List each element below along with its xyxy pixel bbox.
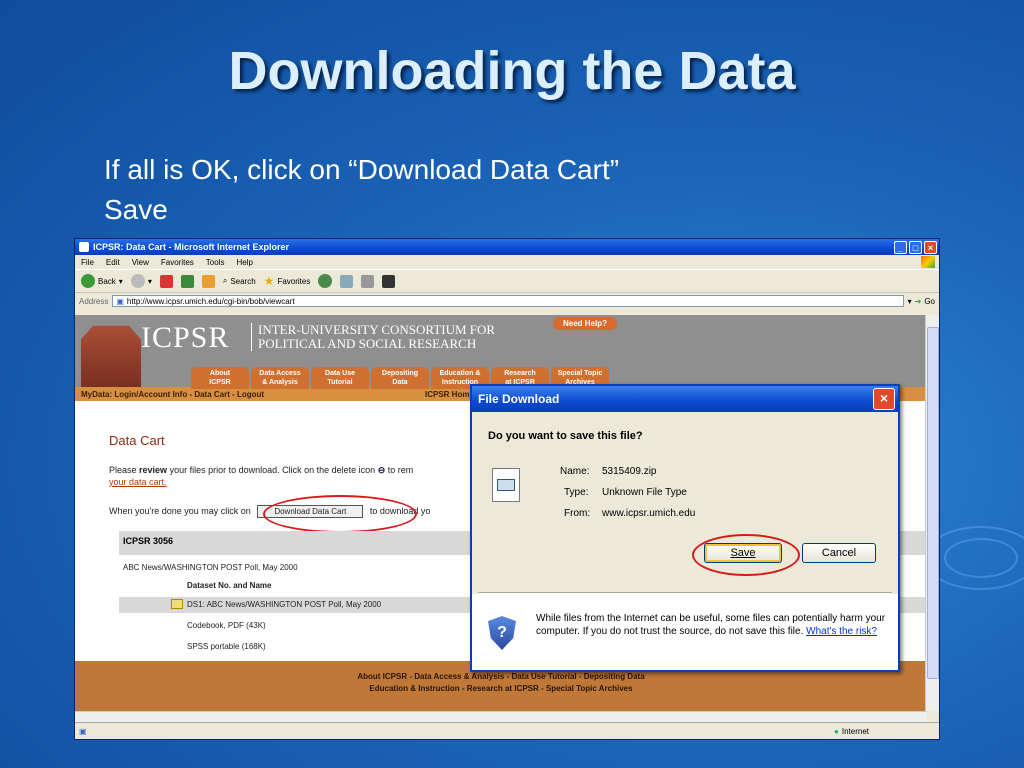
- favorites-button[interactable]: ★ Favorites: [264, 274, 311, 288]
- search-button[interactable]: ⌕ Search: [223, 276, 256, 286]
- file-icon: [492, 468, 520, 502]
- star-icon: ★: [263, 274, 275, 288]
- slide-title: Downloading the Data: [228, 41, 796, 101]
- refresh-icon[interactable]: [180, 274, 194, 288]
- shield-question-icon: ?: [488, 616, 516, 650]
- dialog-titlebar: File Download ×: [472, 386, 898, 412]
- folder-icon[interactable]: [171, 599, 183, 609]
- back-arrow-icon: [81, 274, 95, 288]
- menu-tools[interactable]: Tools: [206, 258, 225, 267]
- address-label: Address: [79, 296, 109, 306]
- minimize-button[interactable]: _: [894, 240, 907, 254]
- cancel-button[interactable]: Cancel: [802, 543, 876, 563]
- dropdown-arrow-icon: ▾: [907, 296, 912, 306]
- browser-toolbar: Back ▾ ▾ ⌕ Search ★ Favorites: [75, 269, 939, 293]
- forward-button[interactable]: ▾: [130, 274, 152, 288]
- nav-about[interactable]: About ICPSR: [191, 367, 249, 389]
- slide: { "slide": { "title": "Downloading the D…: [0, 0, 1024, 768]
- dataset-column-header: Dataset No. and Name: [187, 581, 272, 590]
- footer-links-1[interactable]: About ICPSR - Data Access & Analysis - D…: [75, 671, 927, 683]
- nav-data-use[interactable]: Data Use Tutorial: [311, 367, 369, 389]
- study-name: ABC News/WASHINGTON POST Poll, May 2000: [123, 563, 298, 572]
- scroll-thumb[interactable]: [927, 327, 939, 679]
- home-icon[interactable]: [201, 274, 215, 288]
- status-zone: ● Internet: [834, 726, 869, 736]
- menu-bar: File Edit View Favorites Tools Help: [75, 255, 939, 269]
- mail-icon[interactable]: [340, 274, 354, 288]
- go-button[interactable]: ▾ ➔ Go: [908, 297, 939, 306]
- dialog-title: File Download: [478, 392, 560, 406]
- codebook-file: Codebook, PDF (43K): [187, 621, 266, 630]
- bullet-1: If all is OK, click on “Download Data Ca…: [104, 154, 620, 185]
- forward-arrow-icon: [130, 274, 145, 288]
- highlight-ring-download: [263, 495, 417, 533]
- mydata-links[interactable]: MyData: Login/Account Info - Data Cart -…: [81, 390, 264, 399]
- footer-links-2[interactable]: Education & Instruction - Research at IC…: [75, 683, 927, 695]
- consortium-name: INTER-UNIVERSITY CONSORTIUM FOR POLITICA…: [251, 323, 495, 351]
- bullet-2: Save: [104, 194, 168, 225]
- ie-icon: [79, 242, 89, 252]
- security-warning: ? While files from the Internet can be u…: [472, 594, 898, 670]
- menu-view[interactable]: View: [132, 258, 149, 267]
- status-bar: ▣ ● Internet: [75, 722, 939, 739]
- menu-edit[interactable]: Edit: [106, 258, 120, 267]
- vertical-scrollbar[interactable]: [925, 315, 939, 711]
- stop-icon[interactable]: [159, 274, 173, 288]
- file-download-dialog: File Download × Do you want to save this…: [470, 384, 900, 672]
- warning-text: While files from the Internet can be use…: [536, 613, 886, 637]
- page-title: Data Cart: [109, 433, 165, 448]
- back-button[interactable]: Back ▾: [81, 274, 123, 288]
- status-page-icon: ▣: [79, 726, 87, 736]
- search-icon: ⌕: [222, 276, 228, 285]
- close-button[interactable]: ×: [924, 240, 937, 254]
- need-help-button[interactable]: Need Help?: [553, 317, 618, 330]
- dialog-question: Do you want to save this file?: [488, 430, 643, 442]
- whats-the-risk-link[interactable]: What's the risk?: [806, 626, 877, 637]
- dialog-close-button[interactable]: ×: [873, 388, 895, 410]
- address-input[interactable]: ▣ http://www.icpsr.umich.edu/cgi-bin/bob/…: [112, 295, 904, 307]
- menu-help[interactable]: Help: [236, 258, 252, 267]
- page-icon: ▣: [116, 296, 124, 306]
- spss-file: SPSS portable (168K): [187, 642, 266, 651]
- nav-data-access[interactable]: Data Access & Analysis: [251, 367, 309, 389]
- highlight-ring-save: [692, 534, 800, 576]
- history-icon[interactable]: [318, 274, 333, 288]
- address-bar: Address ▣ http://www.icpsr.umich.edu/cgi-…: [75, 293, 939, 309]
- media-icon[interactable]: [382, 274, 396, 288]
- maximize-button[interactable]: □: [909, 240, 922, 254]
- menu-favorites[interactable]: Favorites: [161, 258, 194, 267]
- browser-titlebar: ICPSR: Data Cart - Microsoft Internet Ex…: [75, 239, 939, 255]
- print-icon[interactable]: [361, 274, 375, 288]
- building-logo-icon: [81, 325, 141, 387]
- nav-depositing[interactable]: Depositing Data: [371, 367, 429, 389]
- window-title: ICPSR: Data Cart - Microsoft Internet Ex…: [93, 242, 290, 252]
- your-cart-link[interactable]: your data cart.: [109, 477, 167, 487]
- menu-file[interactable]: File: [81, 258, 94, 267]
- icpsr-banner: ICPSR INTER-UNIVERSITY CONSORTIUM FOR PO…: [75, 315, 927, 389]
- windows-logo-icon: [921, 256, 935, 268]
- icpsr-home-link[interactable]: ICPSR Hom: [425, 390, 469, 399]
- icpsr-logo[interactable]: ICPSR: [141, 321, 229, 355]
- globe-icon: ●: [834, 726, 839, 736]
- review-text: Please review your files prior to downlo…: [109, 465, 414, 475]
- dataset-name: DS1: ABC News/WASHINGTON POST Poll, May …: [187, 600, 382, 609]
- go-arrow-icon: ➔: [914, 296, 922, 306]
